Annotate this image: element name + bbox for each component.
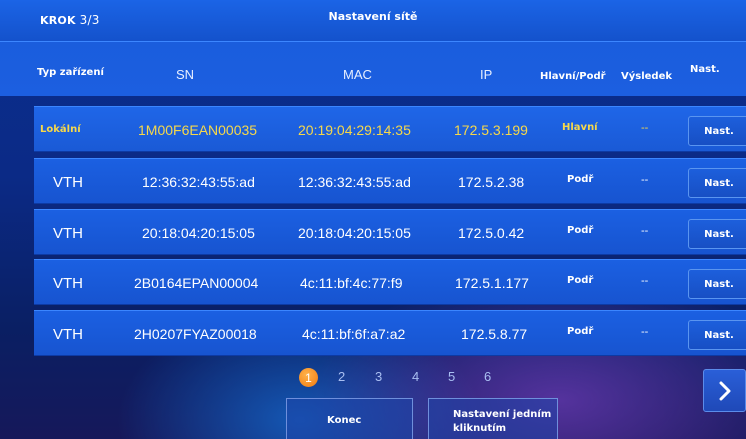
table-row[interactable]: VTH 20:18:04:20:15:05 20:18:04:20:15:05 …: [34, 209, 746, 255]
cell-result: --: [641, 275, 649, 287]
page-6[interactable]: 6: [484, 369, 491, 384]
cell-role: Hlavní: [562, 122, 598, 133]
set-button[interactable]: Nast.: [688, 116, 746, 146]
col-header-role: Hlavní/Podř: [540, 71, 606, 82]
cell-sn: 20:18:04:20:15:05: [142, 225, 255, 241]
one-click-setup-button[interactable]: Nastavení jedním kliknutím: [428, 398, 558, 439]
set-button[interactable]: Nast.: [688, 219, 746, 249]
table-row[interactable]: VTH 2H0207FYAZ00018 4c:11:bf:6f:a7:a2 17…: [34, 310, 746, 356]
cell-ip: 172.5.3.199: [454, 122, 528, 138]
table-header: Typ zařízení SN MAC IP Hlavní/Podř Výsle…: [0, 42, 746, 96]
cell-role: Podř: [567, 326, 594, 337]
col-header-type: Typ zařízení: [37, 67, 104, 78]
cell-result: --: [641, 174, 649, 186]
cell-result: --: [641, 225, 649, 237]
cell-sn: 2H0207FYAZ00018: [134, 326, 257, 342]
col-header-sn: SN: [176, 67, 195, 82]
finish-label: Konec: [327, 415, 362, 426]
col-header-ip: IP: [480, 67, 493, 82]
cell-ip: 172.5.2.38: [458, 174, 525, 190]
page-5[interactable]: 5: [448, 369, 455, 384]
cell-type: VTH: [53, 225, 83, 242]
pagination: 1 2 3 4 5 6: [0, 368, 746, 389]
page-3[interactable]: 3: [375, 369, 382, 384]
table-row[interactable]: VTH 12:36:32:43:55:ad 12:36:32:43:55:ad …: [34, 158, 746, 204]
cell-type: VTH: [53, 326, 83, 343]
cell-mac: 20:18:04:20:15:05: [298, 225, 411, 241]
cell-ip: 172.5.8.77: [461, 326, 528, 342]
cell-mac: 4c:11:bf:6f:a7:a2: [302, 326, 406, 342]
table-row[interactable]: VTH 2B0164EPAN00004 4c:11:bf:4c:77:f9 17…: [34, 259, 746, 305]
cell-mac: 20:19:04:29:14:35: [298, 122, 411, 138]
cell-mac: 12:36:32:43:55:ad: [298, 174, 411, 190]
table-row[interactable]: Lokální 1M00F6EAN00035 20:19:04:29:14:35…: [34, 106, 746, 152]
cell-type: VTH: [53, 275, 83, 292]
col-header-mac: MAC: [343, 67, 372, 82]
col-header-set: Nast.: [690, 64, 720, 75]
cell-type: Lokální: [40, 124, 81, 135]
next-page-button[interactable]: [703, 369, 746, 412]
page-title: Nastavení sítě: [328, 10, 418, 23]
top-bar: KROK 3/3 Nastavení sítě: [0, 0, 746, 42]
cell-result: --: [641, 122, 649, 134]
cell-ip: 172.5.1.177: [455, 275, 529, 291]
set-button[interactable]: Nast.: [688, 269, 746, 299]
cell-role: Podř: [567, 174, 594, 185]
chevron-right-icon: [719, 381, 730, 400]
cell-sn: 1M00F6EAN00035: [138, 122, 258, 138]
cell-ip: 172.5.0.42: [458, 225, 525, 241]
cell-sn: 2B0164EPAN00004: [134, 275, 259, 291]
col-header-result: Výsledek: [621, 71, 673, 82]
set-button[interactable]: Nast.: [688, 168, 746, 198]
cell-role: Podř: [567, 225, 594, 236]
cell-result: --: [641, 326, 649, 338]
page-1[interactable]: 1: [299, 368, 318, 387]
page-2[interactable]: 2: [338, 369, 345, 384]
finish-button[interactable]: Konec: [286, 398, 413, 439]
set-button[interactable]: Nast.: [688, 320, 746, 350]
one-click-setup-label: Nastavení jedním kliknutím: [453, 409, 552, 434]
page-4[interactable]: 4: [412, 369, 419, 384]
cell-mac: 4c:11:bf:4c:77:f9: [300, 275, 403, 291]
cell-sn: 12:36:32:43:55:ad: [142, 174, 255, 190]
cell-type: VTH: [53, 174, 83, 191]
cell-role: Podř: [567, 275, 594, 286]
